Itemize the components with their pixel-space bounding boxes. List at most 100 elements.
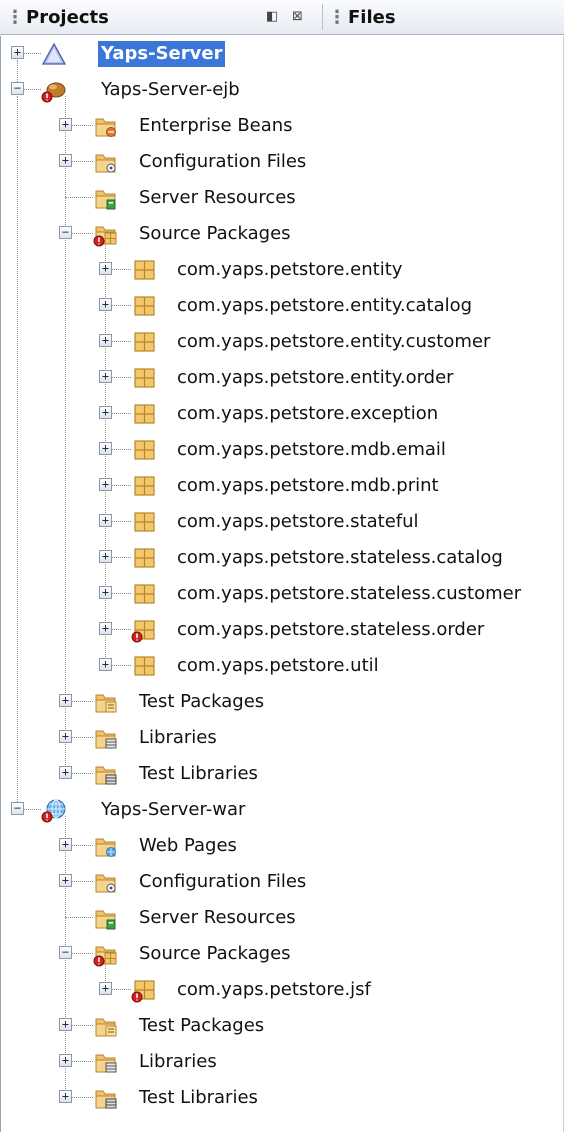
tree-node-libraries[interactable]: + Libraries — [1, 720, 563, 756]
tab-projects[interactable]: ⋮ Projects ◧ ⊠ — [0, 0, 322, 34]
tree-node-server-resources[interactable]: Server Resources — [1, 900, 563, 936]
tree-node-label[interactable]: com.yaps.petstore.entity.customer — [177, 329, 490, 355]
tree-node-com-yaps-petstore-mdb-email[interactable]: + com.yaps.petstore.mdb.email — [1, 432, 563, 468]
test-libraries-folder-icon — [93, 761, 119, 787]
collapse-toggle-icon[interactable]: − — [59, 946, 72, 959]
collapse-toggle-icon[interactable]: − — [11, 802, 24, 815]
tree-node-com-yaps-petstore-stateless-catalog[interactable]: + com.yaps.petstore.stateless.catalog — [1, 540, 563, 576]
tree-node-label[interactable]: com.yaps.petstore.mdb.print — [177, 473, 439, 499]
package-icon — [131, 437, 157, 463]
tree-node-label[interactable]: com.yaps.petstore.util — [177, 653, 379, 679]
tree-node-test-libraries[interactable]: + Test Libraries — [1, 756, 563, 792]
expand-toggle-icon[interactable]: + — [99, 406, 112, 419]
tree-node-com-yaps-petstore-entity-catalog[interactable]: + com.yaps.petstore.entity.catalog — [1, 288, 563, 324]
tree-node-label[interactable]: Test Packages — [139, 689, 264, 715]
expand-toggle-icon[interactable]: + — [59, 154, 72, 167]
tree-node-com-yaps-petstore-jsf[interactable]: + com.yaps.petstore.jsf — [1, 972, 563, 1008]
expand-toggle-icon[interactable]: + — [59, 1090, 72, 1103]
tree-node-enterprise-beans[interactable]: + Enterprise Beans — [1, 108, 563, 144]
tree-node-com-yaps-petstore-entity-order[interactable]: + com.yaps.petstore.entity.order — [1, 360, 563, 396]
expand-toggle-icon[interactable]: + — [59, 1018, 72, 1031]
collapse-toggle-icon[interactable]: − — [11, 82, 24, 95]
expand-toggle-icon[interactable]: + — [99, 478, 112, 491]
tree-node-label[interactable]: com.yaps.petstore.jsf — [177, 977, 371, 1003]
expand-toggle-icon[interactable]: + — [59, 1054, 72, 1067]
expand-toggle-icon[interactable]: + — [99, 622, 112, 635]
tree-node-com-yaps-petstore-stateful[interactable]: + com.yaps.petstore.stateful — [1, 504, 563, 540]
expand-toggle-icon[interactable]: + — [99, 514, 112, 527]
tree-node-label[interactable]: com.yaps.petstore.mdb.email — [177, 437, 446, 463]
tree-node-label[interactable]: com.yaps.petstore.stateless.order — [177, 617, 484, 643]
tree-node-label[interactable]: com.yaps.petstore.entity.catalog — [177, 293, 472, 319]
expand-toggle-icon[interactable]: + — [99, 982, 112, 995]
tree-node-label[interactable]: Configuration Files — [139, 869, 306, 895]
tree-node-com-yaps-petstore-exception[interactable]: + com.yaps.petstore.exception — [1, 396, 563, 432]
tree-node-label[interactable]: Test Libraries — [139, 761, 258, 787]
tree-node-label[interactable]: Yaps-Server-ejb — [101, 77, 240, 103]
tree-node-label[interactable]: Server Resources — [139, 905, 296, 931]
tree-node-label[interactable]: com.yaps.petstore.stateless.catalog — [177, 545, 503, 571]
expand-toggle-icon[interactable]: + — [59, 694, 72, 707]
expand-toggle-icon[interactable]: + — [99, 370, 112, 383]
package-icon — [131, 401, 157, 427]
tree-node-label[interactable]: Enterprise Beans — [139, 113, 293, 139]
expand-toggle-icon[interactable]: + — [59, 730, 72, 743]
expand-toggle-icon[interactable]: + — [99, 658, 112, 671]
tree-node-test-packages[interactable]: + Test Packages — [1, 684, 563, 720]
expand-toggle-icon[interactable]: + — [59, 874, 72, 887]
tree-node-label[interactable]: com.yaps.petstore.stateful — [177, 509, 419, 535]
tree-node-test-packages[interactable]: + Test Packages — [1, 1008, 563, 1044]
expand-toggle-icon[interactable]: + — [99, 262, 112, 275]
tree-node-label[interactable]: Libraries — [139, 725, 217, 751]
tree-node-configuration-files[interactable]: + Configuration Files — [1, 144, 563, 180]
tree-node-com-yaps-petstore-util[interactable]: + com.yaps.petstore.util — [1, 648, 563, 684]
tree-node-label[interactable]: Libraries — [139, 1049, 217, 1075]
tree-node-label[interactable]: Yaps-Server-war — [101, 797, 245, 823]
tree-node-label[interactable]: com.yaps.petstore.stateless.customer — [177, 581, 521, 607]
collapse-toggle-icon[interactable]: − — [59, 226, 72, 239]
tree-node-source-packages[interactable]: − Source Packages — [1, 936, 563, 972]
expand-toggle-icon[interactable]: + — [11, 46, 24, 59]
tree-node-label[interactable]: com.yaps.petstore.entity.order — [177, 365, 454, 391]
tree-node-com-yaps-petstore-entity-customer[interactable]: + com.yaps.petstore.entity.customer — [1, 324, 563, 360]
tree-node-label[interactable]: com.yaps.petstore.exception — [177, 401, 438, 427]
tree-node-server-resources[interactable]: Server Resources — [1, 180, 563, 216]
tree-node-label[interactable]: Web Pages — [139, 833, 237, 859]
package-icon — [131, 365, 157, 391]
tree-node-test-libraries[interactable]: + Test Libraries — [1, 1080, 563, 1116]
expand-toggle-icon[interactable]: + — [99, 586, 112, 599]
tree-node-yaps-server[interactable]: + Yaps-Server — [1, 36, 563, 72]
tree-node-libraries[interactable]: + Libraries — [1, 1044, 563, 1080]
tab-files[interactable]: ⋮ Files — [322, 0, 564, 34]
tree-node-com-yaps-petstore-mdb-print[interactable]: + com.yaps.petstore.mdb.print — [1, 468, 563, 504]
tree-node-yaps-server-war[interactable]: − Yaps-Server-war — [1, 792, 563, 828]
tree-node-web-pages[interactable]: + Web Pages — [1, 828, 563, 864]
expand-toggle-icon[interactable]: + — [99, 334, 112, 347]
tree-node-com-yaps-petstore-stateless-order[interactable]: + com.yaps.petstore.stateless.order — [1, 612, 563, 648]
tree-node-com-yaps-petstore-entity[interactable]: + com.yaps.petstore.entity — [1, 252, 563, 288]
minimize-window-icon[interactable]: ◧ — [266, 9, 278, 24]
expand-toggle-icon[interactable]: + — [59, 118, 72, 131]
package-icon — [131, 509, 157, 535]
expand-toggle-icon[interactable]: + — [59, 766, 72, 779]
expand-toggle-icon[interactable]: + — [99, 442, 112, 455]
tree-node-com-yaps-petstore-stateless-customer[interactable]: + com.yaps.petstore.stateless.customer — [1, 576, 563, 612]
close-tab-icon[interactable]: ⊠ — [292, 9, 303, 24]
tree-node-label[interactable]: Test Libraries — [139, 1085, 258, 1111]
drag-grip-icon[interactable]: ⋮ — [6, 7, 24, 28]
expand-toggle-icon[interactable]: + — [99, 550, 112, 563]
tree-node-label[interactable]: Server Resources — [139, 185, 296, 211]
tree-node-configuration-files[interactable]: + Configuration Files — [1, 864, 563, 900]
tree-node-label[interactable]: Source Packages — [139, 941, 291, 967]
tree-node-label[interactable]: Configuration Files — [139, 149, 306, 175]
tree-node-yaps-server-ejb[interactable]: − Yaps-Server-ejb — [1, 72, 563, 108]
tree-node-label[interactable]: Yaps-Server — [98, 41, 226, 67]
tree-node-label[interactable]: Source Packages — [139, 221, 291, 247]
expand-toggle-icon[interactable]: + — [99, 298, 112, 311]
tree-node-source-packages[interactable]: − Source Packages — [1, 216, 563, 252]
expand-toggle-icon[interactable]: + — [59, 838, 72, 851]
tree-node-label[interactable]: com.yaps.petstore.entity — [177, 257, 402, 283]
drag-grip-icon[interactable]: ⋮ — [328, 7, 346, 28]
project-tree[interactable]: + Yaps-Server − Yaps-Server-ejb + Enterprise … — [0, 36, 564, 1132]
tree-node-label[interactable]: Test Packages — [139, 1013, 264, 1039]
